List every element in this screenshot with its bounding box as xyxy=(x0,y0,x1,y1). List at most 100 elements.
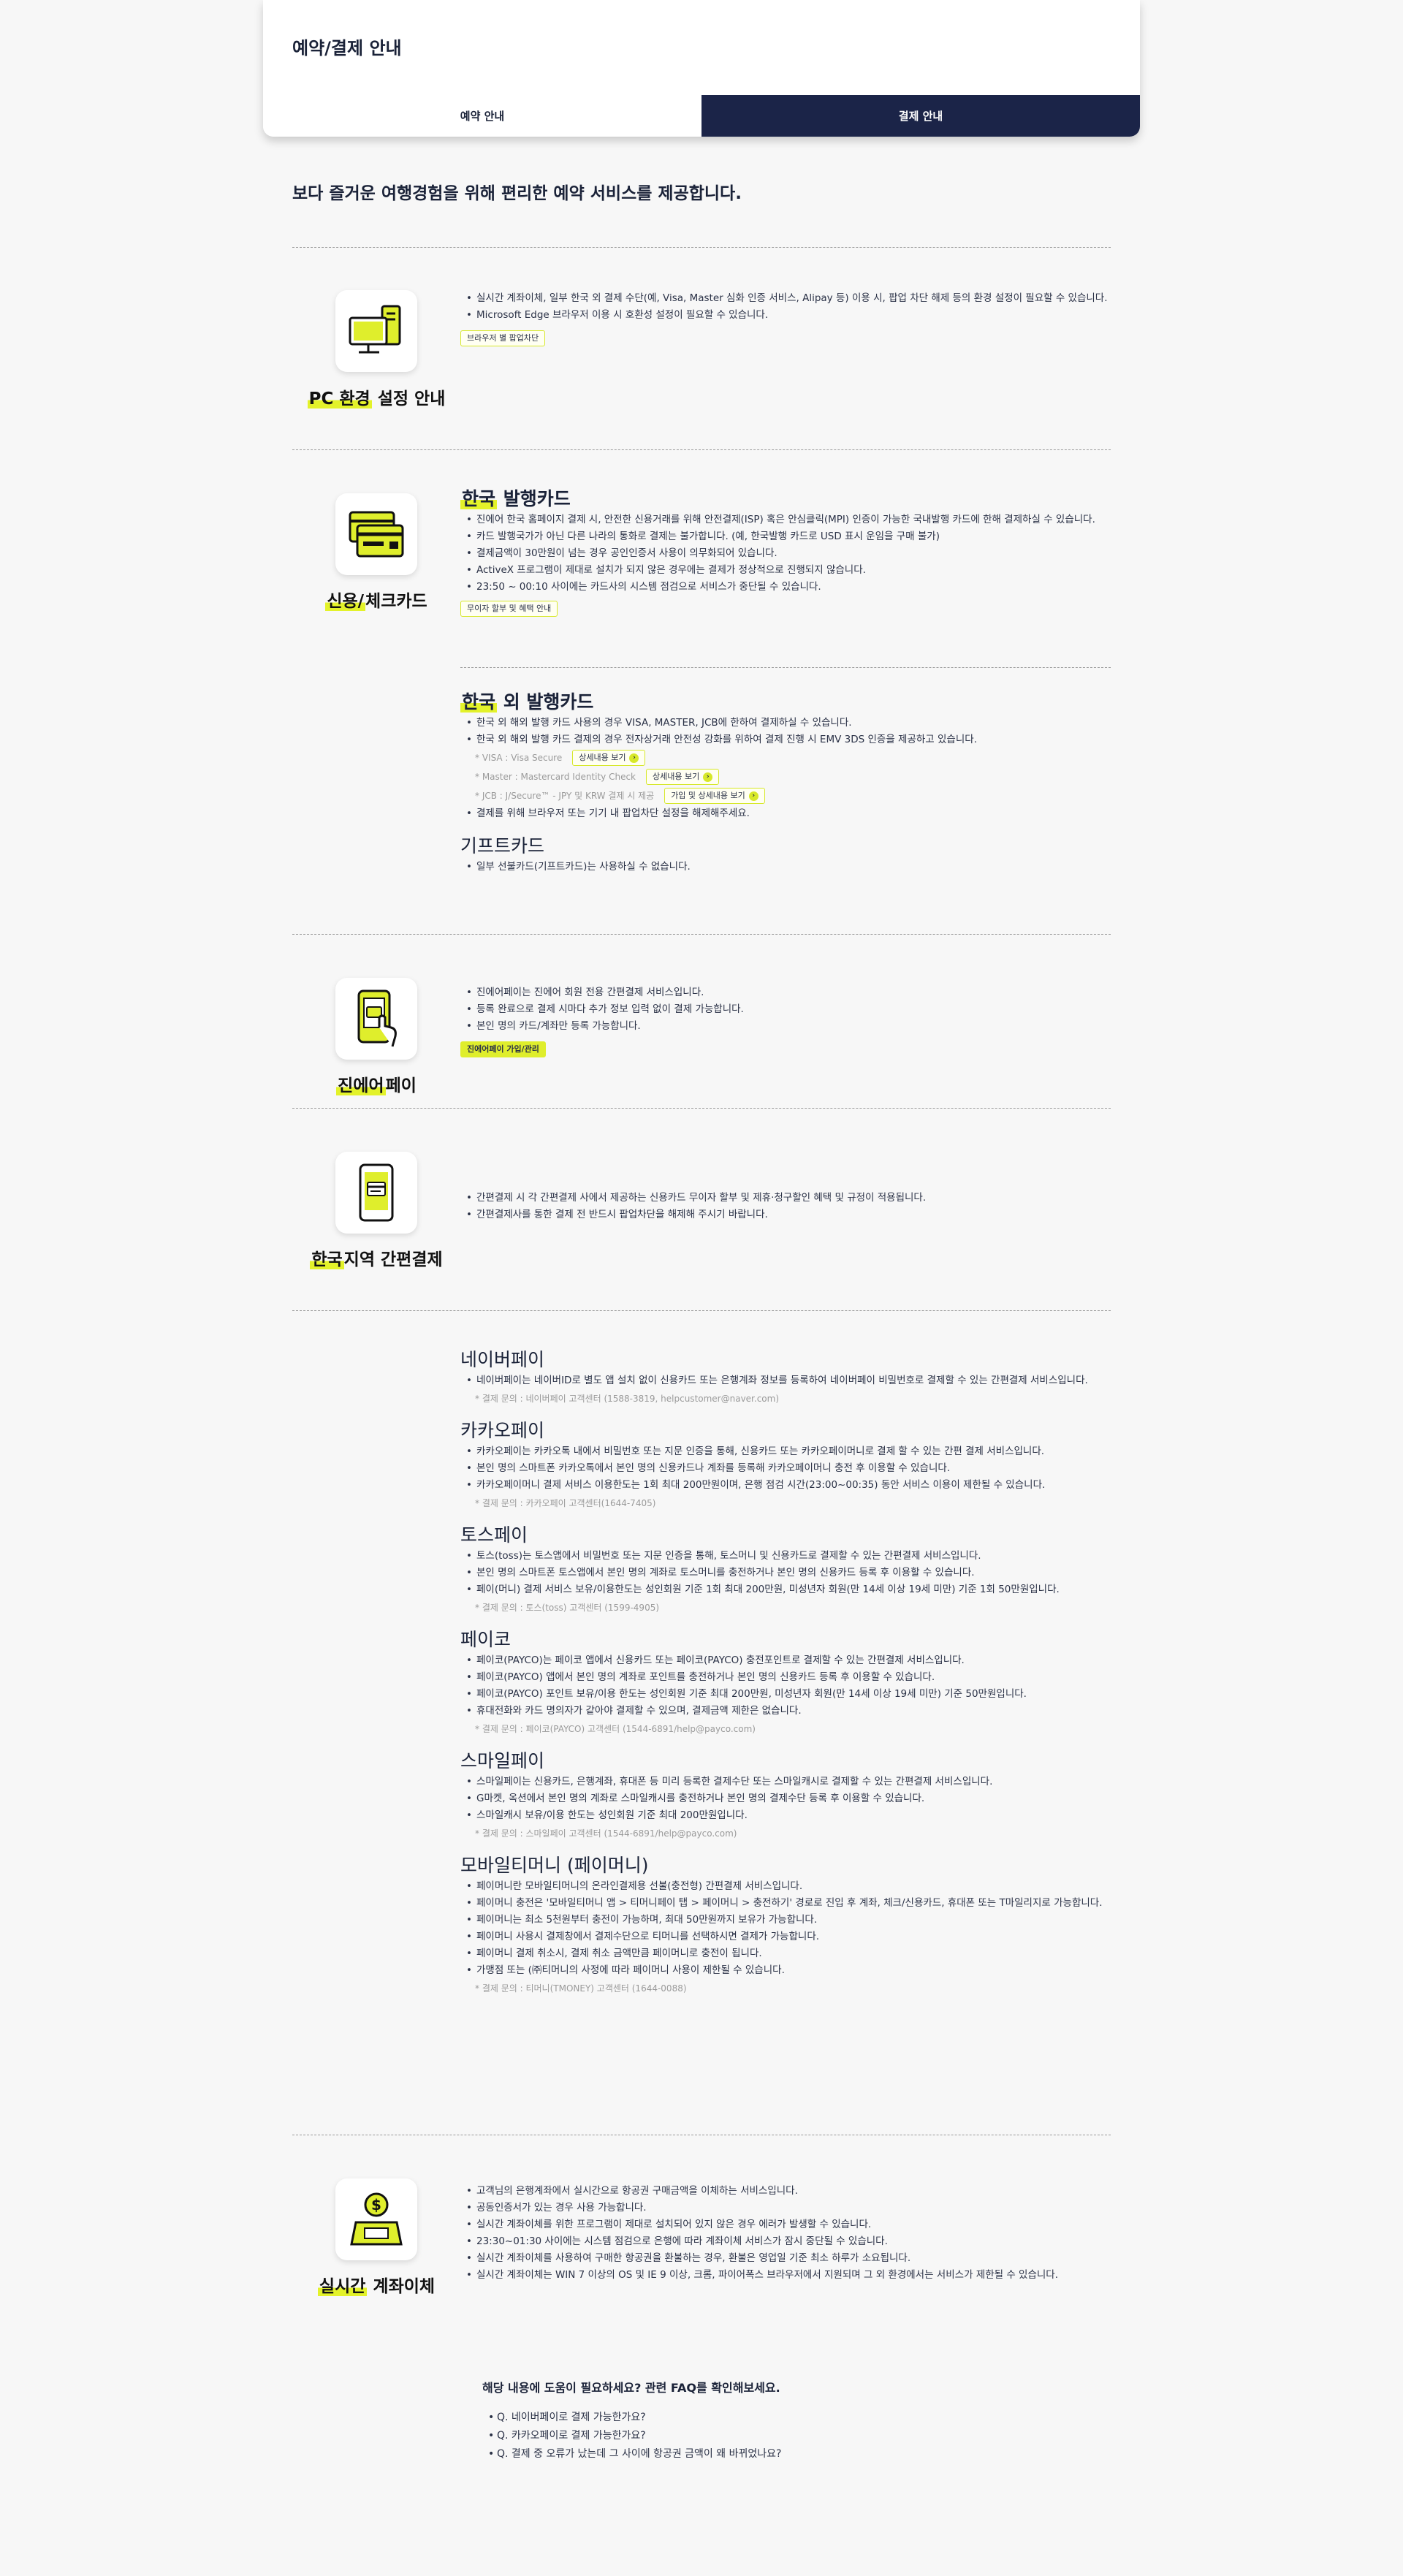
money-transfer-icon-box: $ xyxy=(335,2178,417,2260)
list-item: 카카오페이머니 결제 서비스 이용한도는 1회 최대 200만원이며, 은행 점… xyxy=(460,1477,1111,1494)
svg-text:$: $ xyxy=(371,2196,381,2214)
arrow-icon: › xyxy=(629,753,639,763)
foreign-card-heading: 한국 외 발행카드 xyxy=(460,691,594,713)
visa-note: * VISA : Visa Secure 상세내용 보기 › xyxy=(460,748,1111,767)
list-item: 진에어페이는 진에어 회원 전용 간편결제 서비스입니다. xyxy=(460,984,1111,1001)
gift-card-heading: 기프트카드 xyxy=(460,835,545,856)
jcb-note: * JCB : J/Secure™ - JPY 및 KRW 결제 시 제공 가입 … xyxy=(460,786,1111,805)
intro-text: 보다 즐거운 여행경험을 위해 편리한 예약 서비스를 제공합니다. xyxy=(292,184,742,203)
list-item: 본인 명의 카드/계좌만 등록 가능합니다. xyxy=(460,1018,1111,1035)
tab-bar: 예약 안내 결제 안내 xyxy=(263,95,1140,137)
computer-icon xyxy=(349,305,401,354)
provider-heading: 카카오페이 xyxy=(460,1420,545,1441)
provider-payco: 페이코 페이코(PAYCO)는 페이코 앱에서 신용카드 또는 페이코(PAYC… xyxy=(460,1627,1111,1739)
computer-icon-box xyxy=(335,290,417,372)
visa-detail-button[interactable]: 상세내용 보기 › xyxy=(572,750,646,766)
list-item: 페이머니 결제 취소시, 결제 취소 금액만큼 페이머니로 충전이 됩니다. xyxy=(460,1945,1111,1962)
list-item: 23:50 ~ 00:10 사이에는 카드사의 시스템 점검으로 서비스가 중단… xyxy=(460,579,1111,596)
foreign-card-content: 한국 외 발행카드 한국 외 해외 발행 카드 사용의 경우 VISA, MAS… xyxy=(460,690,1111,875)
list-item: 페이코(PAYCO)는 페이코 앱에서 신용카드 또는 페이코(PAYCO) 충… xyxy=(460,1652,1111,1669)
section-divider xyxy=(292,934,1111,935)
list-item: 페이머니 충전은 '모바일티머니 앱 > 티머니페이 탭 > 페이머니 > 충전… xyxy=(460,1895,1111,1912)
provider-heading: 네이버페이 xyxy=(460,1349,545,1370)
list-item: 페이머니란 모바일티머니의 온라인결제용 선불(충전형) 간편결제 서비스입니다… xyxy=(460,1878,1111,1895)
list-item: 휴대전화와 카드 명의자가 같아야 결제할 수 있으며, 결제금액 제한은 없습… xyxy=(460,1703,1111,1720)
list-item: 실시간 계좌이체, 일부 한국 외 결제 수단(예, Visa, Master … xyxy=(460,290,1111,307)
list-item: 가맹점 또는 (㈜티머니의 사정에 따라 페이머니 사용이 제한될 수 있습니다… xyxy=(460,1962,1111,1979)
list-item: 페이머니는 최소 5천원부터 충전이 가능하며, 최대 50만원까지 보유가 가… xyxy=(460,1912,1111,1929)
interest-free-guide-button[interactable]: 무이자 할부 및 혜택 안내 xyxy=(460,601,558,617)
provider-tosspay: 토스페이 토스(toss)는 토스앱에서 비밀번호 또는 지문 인증을 통해, … xyxy=(460,1523,1111,1617)
list-item: 페이머니 사용시 결제창에서 결제수단으로 티머니를 선택하시면 결제가 가능합… xyxy=(460,1929,1111,1945)
provider-heading: 모바일티머니 (페이머니) xyxy=(460,1855,649,1876)
list-item: 진에어 한국 홈페이지 결제 시, 안전한 신용거래를 위해 안전결제(ISP)… xyxy=(460,512,1111,528)
master-note: * Master : Mastercard Identity Check 상세내용… xyxy=(460,767,1111,786)
page-title: 예약/결제 안내 xyxy=(292,38,402,58)
provider-heading: 페이코 xyxy=(460,1629,512,1650)
section-divider xyxy=(292,247,1111,248)
list-item: ActiveX 프로그램이 제대로 설치가 되지 않은 경우에는 결제가 정상적… xyxy=(460,562,1111,579)
faq-link-naverpay[interactable]: Q. 네이버페이로 결제 가능한가요? xyxy=(482,2409,1111,2427)
list-item: 페이코(PAYCO) 포인트 보유/이용 한도는 성인회원 기준 최대 200만… xyxy=(460,1686,1111,1703)
section-divider xyxy=(292,449,1111,450)
domestic-card-heading: 한국 발행카드 xyxy=(460,488,571,509)
list-item: 간편결제 시 각 간편결제 사에서 제공하는 신용카드 무이자 할부 및 제휴·… xyxy=(460,1190,1111,1207)
list-item: 카카오페이는 카카오톡 내에서 비밀번호 또는 지문 인증을 통해, 신용카드 … xyxy=(460,1443,1111,1460)
list-item: 스마일캐시 보유/이용 한도는 성인회원 기준 최대 200만원입니다. xyxy=(460,1807,1111,1824)
mobile-card-icon-box xyxy=(335,1152,417,1234)
section-divider xyxy=(292,1310,1111,1311)
phone-pay-icon xyxy=(357,989,397,1047)
tab-reservation-guide[interactable]: 예약 안내 xyxy=(263,95,702,137)
provider-tmoney: 모바일티머니 (페이머니) 페이머니란 모바일티머니의 온라인결제용 선불(충전… xyxy=(460,1853,1111,1998)
provider-smilepay: 스마일페이 스마일페이는 신용카드, 은행계좌, 휴대폰 등 미리 등록한 결제… xyxy=(460,1749,1111,1843)
popup-block-guide-button[interactable]: 브라우저 별 팝업차단 xyxy=(460,330,546,346)
credit-card-icon xyxy=(349,511,404,558)
pc-section-content: 실시간 계좌이체, 일부 한국 외 결제 수단(예, Visa, Master … xyxy=(460,290,1111,346)
list-item: 실시간 계좌이체를 사용하여 구매한 항공권을 환불하는 경우, 환불은 영업일… xyxy=(460,2250,1111,2267)
section-title-pc: PC 환경 설정 안내 xyxy=(307,390,446,409)
list-item: 결제금액이 30만원이 넘는 경우 공인인증서 사용이 의무화되어 있습니다. xyxy=(460,545,1111,562)
provider-note: * 결제 문의 : 카카오페이 고객센터(1644-7405) xyxy=(475,1498,656,1508)
jinair-pay-content: 진에어페이는 진에어 회원 전용 간편결제 서비스입니다. 등록 완료으로 결제… xyxy=(460,984,1111,1057)
jcb-detail-button[interactable]: 가입 및 상세내용 보기 › xyxy=(664,788,765,804)
list-item: 23:30~01:30 사이에는 시스템 점검으로 은행에 따라 계좌이체 서비… xyxy=(460,2233,1111,2250)
list-item: 페이코(PAYCO) 앱에서 본인 명의 계좌로 포인트를 충전하거나 본인 명… xyxy=(460,1669,1111,1686)
jinair-pay-signup-button[interactable]: 진에어페이 가입/관리 xyxy=(460,1041,546,1057)
list-item: 본인 명의 스마트폰 카카오톡에서 본인 명의 신용카드나 계좌를 등록해 카카… xyxy=(460,1460,1111,1477)
provider-kakaopay: 카카오페이 카카오페이는 카카오톡 내에서 비밀번호 또는 지문 인증을 통해,… xyxy=(460,1418,1111,1513)
mobile-card-icon xyxy=(359,1163,394,1222)
provider-note: * 결제 문의 : 토스(toss) 고객센터 (1599-4905) xyxy=(475,1603,660,1613)
section-divider xyxy=(292,1108,1111,1109)
provider-note: * 결제 문의 : 네이버페이 고객센터 (1588-3819, helpcus… xyxy=(475,1394,780,1404)
list-item: Microsoft Edge 브라우저 이용 시 호환성 설정이 필요할 수 있… xyxy=(460,307,1111,324)
faq-link-price-change[interactable]: Q. 결제 중 오류가 났는데 그 사이에 항공권 금액이 왜 바뀌었나요? xyxy=(482,2445,1111,2463)
list-item: 고객님의 은행계좌에서 실시간으로 항공권 구매금액을 이체하는 서비스입니다. xyxy=(460,2183,1111,2200)
local-pay-content: 간편결제 시 각 간편결제 사에서 제공하는 신용카드 무이자 할부 및 제휴·… xyxy=(460,1190,1111,1223)
section-title-card: 신용/체크카드 xyxy=(325,592,427,611)
list-item: 한국 외 해외 발행 카드 결제의 경우 전자상거래 안전성 강화를 위하여 결… xyxy=(460,732,1111,748)
money-transfer-icon: $ xyxy=(350,2192,403,2246)
arrow-icon: › xyxy=(703,772,713,782)
faq-link-kakaopay[interactable]: Q. 카카오페이로 결제 가능한가요? xyxy=(482,2427,1111,2445)
section-divider xyxy=(460,667,1111,668)
transfer-content: 고객님의 은행계좌에서 실시간으로 항공권 구매금액을 이체하는 서비스입니다.… xyxy=(460,2183,1111,2284)
list-item: G마켓, 옥션에서 본인 명의 계좌로 스마일캐시를 충전하거나 본인 명의 결… xyxy=(460,1790,1111,1807)
tab-payment-guide[interactable]: 결제 안내 xyxy=(702,95,1140,137)
section-title-jinair-pay: 진에어페이 xyxy=(336,1076,417,1095)
list-item: 실시간 계좌이체는 WIN 7 이상의 OS 및 IE 9 이상, 크롬, 파이… xyxy=(460,2267,1111,2284)
domestic-card-content: 한국 발행카드 진에어 한국 홈페이지 결제 시, 안전한 신용거래를 위해 안… xyxy=(460,487,1111,617)
providers-list: 네이버페이 네이버페이는 네이버ID로 별도 앱 설치 없이 신용카드 또는 은… xyxy=(460,1348,1111,1998)
header-card: 예약/결제 안내 예약 안내 결제 안내 xyxy=(263,0,1140,137)
list-item: 실시간 계좌이체를 위한 프로그램이 제대로 설치되어 있지 않은 경우 에러가… xyxy=(460,2216,1111,2233)
provider-heading: 토스페이 xyxy=(460,1524,528,1546)
provider-note: * 결제 문의 : 스마일페이 고객센터 (1544-6891/help@pay… xyxy=(475,1828,737,1839)
list-item: 토스(toss)는 토스앱에서 비밀번호 또는 지문 인증을 통해, 토스머니 … xyxy=(460,1548,1111,1565)
credit-card-icon-box xyxy=(335,493,417,575)
arrow-icon: › xyxy=(748,791,758,801)
provider-note: * 결제 문의 : 티머니(TMONEY) 고객센터 (1644-0088) xyxy=(475,1983,687,1994)
list-item: 결제를 위해 브라우저 또는 기기 내 팝업차단 설정을 해제해주세요. xyxy=(460,805,1111,822)
list-item: 네이버페이는 네이버ID로 별도 앱 설치 없이 신용카드 또는 은행계좌 정보… xyxy=(460,1372,1111,1389)
master-detail-button[interactable]: 상세내용 보기 › xyxy=(646,769,720,785)
list-item: 공동인증서가 있는 경우 사용 가능합니다. xyxy=(460,2200,1111,2216)
list-item: 한국 외 해외 발행 카드 사용의 경우 VISA, MASTER, JCB에 … xyxy=(460,715,1111,732)
